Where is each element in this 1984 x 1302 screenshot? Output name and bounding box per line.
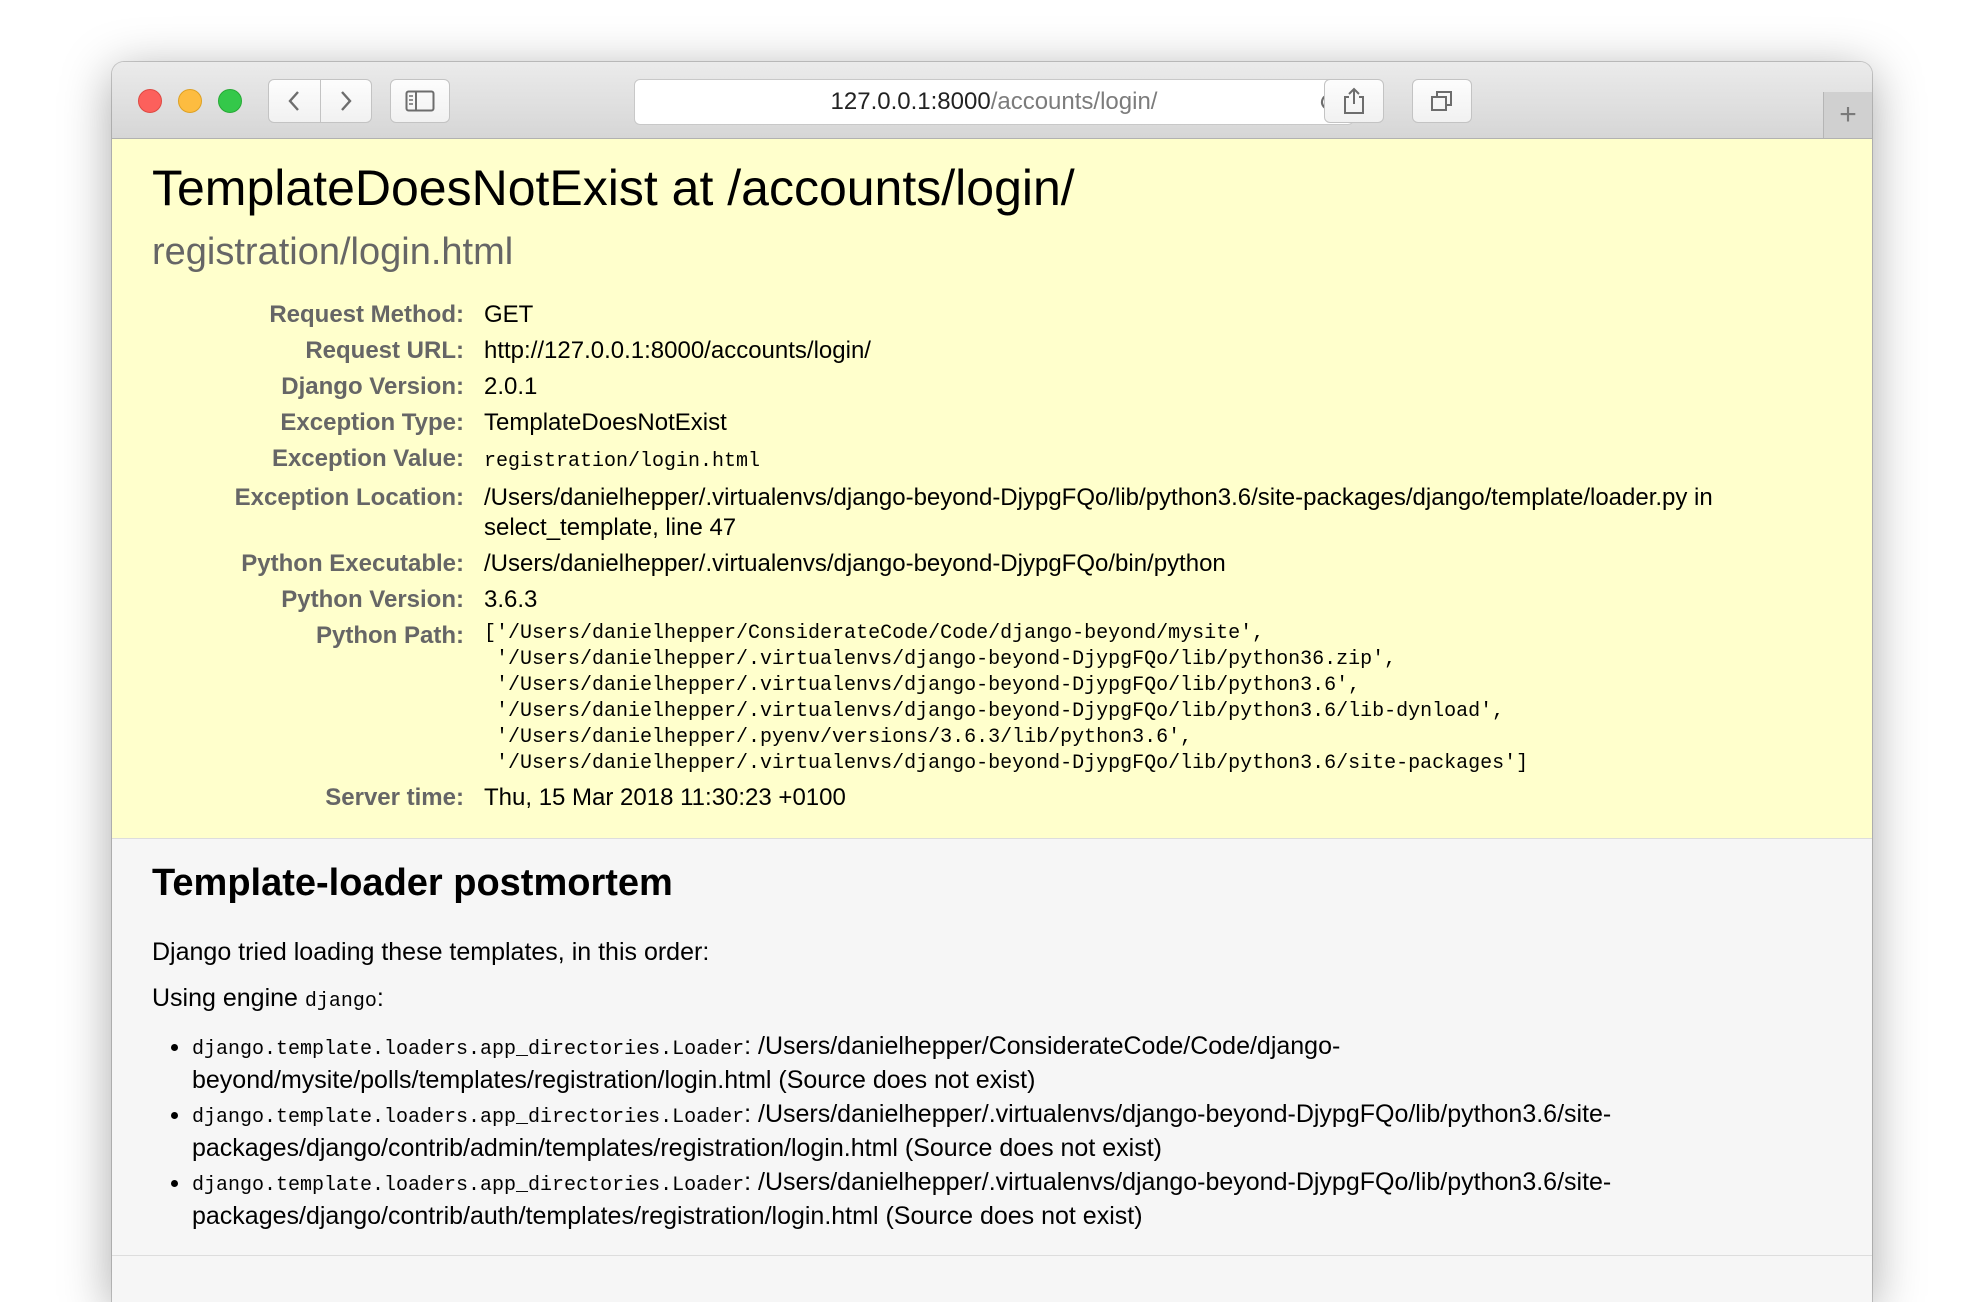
row-value: GET: [484, 301, 534, 328]
forward-button[interactable]: [319, 80, 372, 122]
row-value: /Users/danielhepper/.virtualenvs/django-…: [484, 550, 1226, 577]
table-row: Python Version: 3.6.3: [152, 582, 1832, 618]
url-path: /accounts/login/: [990, 88, 1158, 115]
loader-name: django.template.loaders.app_directories.…: [192, 1038, 745, 1061]
loader-name: django.template.loaders.app_directories.…: [192, 1174, 745, 1197]
loader-name: django.template.loaders.app_directories.…: [192, 1106, 745, 1129]
list-item: django.template.loaders.app_directories.…: [192, 1031, 1832, 1095]
row-value: registration/login.html: [484, 441, 1832, 480]
postmortem-intro: Django tried loading these templates, in…: [152, 938, 710, 966]
exception-value: registration/login.html: [484, 450, 761, 473]
chevron-right-icon: [340, 91, 352, 111]
list-item: django.template.loaders.app_directories.…: [192, 1099, 1832, 1163]
python-path-list: ['/Users/danielhepper/ConsiderateCode/Co…: [484, 622, 1529, 775]
error-subtitle: registration/login.html: [152, 231, 514, 273]
close-window-button[interactable]: [138, 89, 162, 113]
share-icon: [1344, 87, 1364, 114]
engine-line: Using engine django:: [152, 981, 1832, 1019]
sidebar-icon: [405, 90, 435, 112]
row-value: 2.0.1: [484, 373, 538, 400]
row-label: Python Path:: [316, 622, 464, 649]
row-value: /Users/danielhepper/.virtualenvs/django-…: [484, 484, 1713, 541]
table-row: Python Path: ['/Users/danielhepper/Consi…: [152, 618, 1832, 780]
row-label: Python Executable:: [241, 550, 464, 577]
row-value: ['/Users/danielhepper/ConsiderateCode/Co…: [484, 618, 1832, 780]
toolbar: 127.0.0.1:8000/accounts/login/ +: [112, 62, 1872, 139]
engine-prefix: Using engine: [152, 984, 305, 1012]
table-row: Python Executable: /Users/danielhepper/.…: [152, 546, 1832, 582]
sidebar-button[interactable]: [390, 79, 450, 123]
zoom-window-button[interactable]: [218, 89, 242, 113]
engine-name: django: [304, 990, 377, 1013]
row-value: http://127.0.0.1:8000/accounts/login/: [484, 337, 871, 364]
separator: :: [744, 1032, 758, 1060]
list-item: django.template.loaders.app_directories.…: [192, 1167, 1832, 1231]
row-label: Exception Location:: [234, 484, 464, 511]
row-label: Request Method:: [269, 301, 464, 328]
postmortem-heading: Template-loader postmortem: [152, 862, 673, 904]
request-info-table: Request Method: GET Request URL: http://…: [152, 297, 1832, 816]
table-row: Exception Location: /Users/danielhepper/…: [152, 480, 1832, 546]
chevron-left-icon: [288, 91, 300, 111]
table-row: Server time: Thu, 15 Mar 2018 11:30:23 +…: [152, 780, 1832, 816]
browser-window: 127.0.0.1:8000/accounts/login/ + Templat…: [112, 62, 1872, 1302]
table-row: Django Version: 2.0.1: [152, 369, 1832, 405]
row-label: Request URL:: [305, 337, 464, 364]
address-bar[interactable]: 127.0.0.1:8000/accounts/login/: [634, 79, 1354, 125]
row-value: Thu, 15 Mar 2018 11:30:23 +0100: [484, 784, 846, 811]
table-row: Request URL: http://127.0.0.1:8000/accou…: [152, 333, 1832, 369]
page-title: TemplateDoesNotExist at /accounts/login/: [152, 160, 1075, 216]
tabs-overview-icon: [1431, 91, 1452, 111]
minimize-window-button[interactable]: [178, 89, 202, 113]
show-tabs-button[interactable]: [1412, 79, 1472, 123]
back-button[interactable]: [269, 80, 320, 122]
row-label: Server time:: [325, 784, 464, 811]
row-label: Django Version:: [281, 373, 464, 400]
url-host: 127.0.0.1:8000: [830, 88, 991, 115]
separator: :: [744, 1168, 758, 1196]
row-label: Exception Value:: [271, 445, 464, 472]
share-button[interactable]: [1324, 79, 1384, 123]
row-value: TemplateDoesNotExist: [484, 409, 727, 436]
row-value: 3.6.3: [484, 586, 538, 613]
new-tab-button[interactable]: +: [1823, 92, 1872, 138]
table-row: Request Method: GET: [152, 297, 1832, 333]
row-label: Exception Type:: [280, 409, 464, 436]
tried-templates-list: django.template.loaders.app_directories.…: [152, 1031, 1832, 1231]
table-row: Exception Type: TemplateDoesNotExist: [152, 405, 1832, 441]
table-row: Exception Value: registration/login.html: [152, 441, 1832, 480]
navigation-buttons: [268, 79, 372, 123]
row-label: Python Version:: [281, 586, 464, 613]
template-postmortem: Template-loader postmortem Django tried …: [112, 839, 1872, 1256]
error-summary: TemplateDoesNotExist at /accounts/login/…: [112, 139, 1872, 839]
separator: :: [744, 1100, 758, 1128]
engine-suffix: :: [376, 984, 384, 1012]
